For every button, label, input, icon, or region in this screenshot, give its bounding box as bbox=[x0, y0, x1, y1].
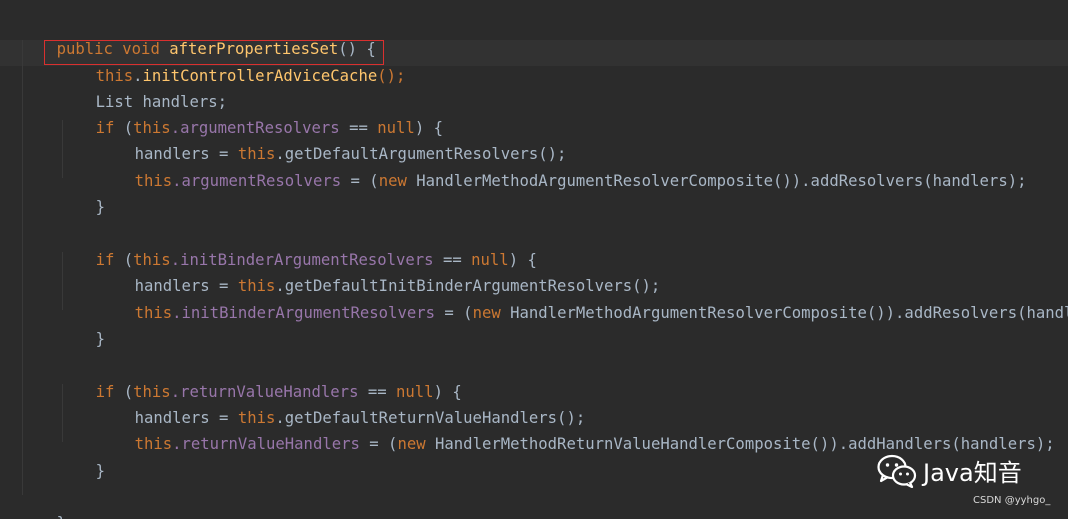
code-line-close-brace[interactable]: } bbox=[58, 435, 105, 480]
code-text: } bbox=[95, 198, 105, 216]
code-line-if-argument-resolvers[interactable]: if (this.argumentResolvers == null) { bbox=[58, 92, 443, 137]
code-text: } bbox=[57, 514, 66, 519]
code-line-close-brace[interactable]: } bbox=[58, 171, 105, 216]
wechat-icon bbox=[877, 454, 917, 488]
code-line-set-init-binder-resolvers[interactable]: this.initBinderArgumentResolvers = (new … bbox=[97, 277, 1068, 322]
code-text: HandlerMethodArgumentResolverComposite()… bbox=[406, 172, 1027, 190]
watermark: Java知音 bbox=[877, 453, 1022, 488]
code-line-declaration[interactable]: List handlers; bbox=[58, 66, 227, 111]
field-token: .returnValueHandlers bbox=[172, 435, 360, 453]
keyword-token: this bbox=[134, 304, 173, 322]
code-text: HandlerMethodReturnValueHandlerComposite… bbox=[425, 435, 1055, 453]
code-line-close-brace[interactable]: } bbox=[58, 303, 105, 348]
field-token: .argumentResolvers bbox=[172, 172, 342, 190]
code-line-assign-handlers[interactable]: handlers = this.getDefaultReturnValueHan… bbox=[97, 382, 586, 427]
highlight-callout-box bbox=[44, 40, 384, 65]
code-text: HandlerMethodArgumentResolverComposite()… bbox=[500, 304, 1068, 322]
keyword-token: new bbox=[472, 304, 501, 322]
code-line-set-return-value-handlers[interactable]: this.returnValueHandlers = (new HandlerM… bbox=[97, 408, 1055, 453]
code-line-method-close-brace[interactable]: } bbox=[19, 487, 66, 519]
code-line-set-argument-resolvers[interactable]: this.argumentResolvers = (new HandlerMet… bbox=[97, 145, 1027, 190]
code-text: } bbox=[95, 462, 105, 480]
indent-guide bbox=[22, 40, 23, 495]
code-line-assign-handlers[interactable]: handlers = this.getDefaultArgumentResolv… bbox=[97, 118, 567, 163]
punctuation-token: (); bbox=[377, 67, 406, 85]
code-editor[interactable]: public void afterPropertiesSet() { this.… bbox=[0, 0, 1068, 519]
credit-text: CSDN @yyhgo_ bbox=[973, 495, 1051, 506]
code-line-if-return-value-handlers[interactable]: if (this.returnValueHandlers == null) { bbox=[58, 356, 462, 401]
field-token: .initBinderArgumentResolvers bbox=[172, 304, 435, 322]
code-line-if-init-binder[interactable]: if (this.initBinderArgumentResolvers == … bbox=[58, 224, 537, 269]
watermark-label: Java知音 bbox=[923, 459, 1022, 487]
code-text: = ( bbox=[341, 172, 379, 190]
code-line-method-signature[interactable]: public void afterPropertiesSet() { bbox=[19, 13, 376, 58]
keyword-token: new bbox=[397, 435, 426, 453]
code-line-assign-handlers[interactable]: handlers = this.getDefaultInitBinderArgu… bbox=[97, 250, 661, 295]
keyword-token: this bbox=[134, 435, 173, 453]
code-text: } bbox=[95, 330, 105, 348]
keyword-token: new bbox=[378, 172, 407, 190]
code-text: = ( bbox=[359, 435, 398, 453]
keyword-token: this bbox=[134, 172, 173, 190]
code-text: = ( bbox=[435, 304, 473, 322]
